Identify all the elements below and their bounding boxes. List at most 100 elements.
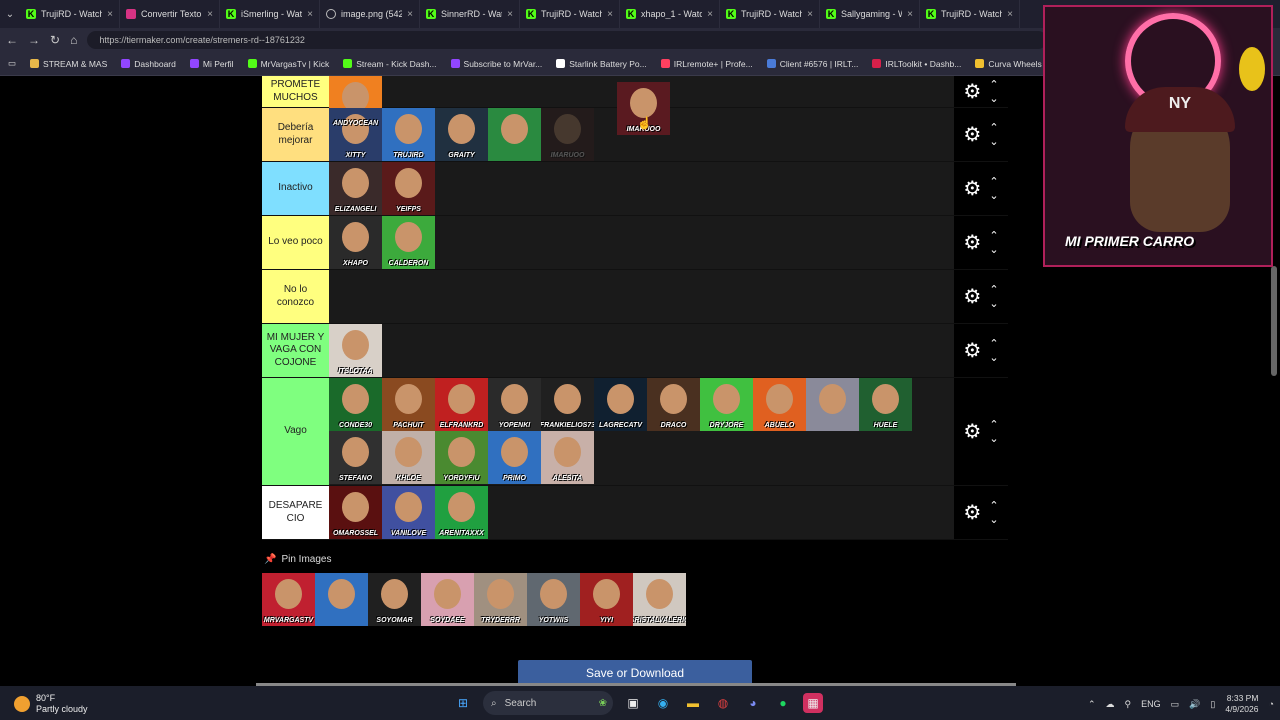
browser-tab[interactable]: K TrujiRD - Watch th ×	[20, 0, 120, 28]
chevron-up-icon[interactable]: ⌃	[989, 499, 998, 513]
network-icon[interactable]: ▭	[1171, 699, 1180, 710]
streamer-avatar[interactable]: CALDERON	[382, 216, 435, 269]
streamer-avatar[interactable]: YORDYFIU	[435, 431, 488, 484]
bookmark-item[interactable]: IRLToolkit • Dashb...	[872, 59, 961, 69]
edge-icon[interactable]: ◉	[653, 693, 673, 713]
chevron-down-icon[interactable]: ⌄	[989, 297, 998, 311]
calculator-icon[interactable]: ▦	[803, 693, 823, 713]
weather-widget[interactable]: 80°F Partly cloudy	[14, 693, 88, 715]
bookmarks-menu-icon[interactable]: ▭	[8, 58, 16, 69]
pool-avatar[interactable]: YIYI	[580, 573, 633, 626]
browser-tab[interactable]: Kxhapo_1 - Watch ×	[620, 0, 720, 28]
streamer-avatar[interactable]: ALESITA	[541, 431, 594, 484]
bookmark-item[interactable]: Dashboard	[121, 59, 176, 69]
url-field[interactable]: https://tiermaker.com/create/stremers-rd…	[87, 31, 1048, 49]
task-view-icon[interactable]: ▣	[623, 693, 643, 713]
streamer-avatar[interactable]: ARENITAXXX	[435, 486, 488, 539]
chevron-up-icon[interactable]: ⌃	[989, 175, 998, 189]
browser-tab[interactable]: image.png (542× ×	[320, 0, 420, 28]
close-tab-icon[interactable]: ×	[307, 9, 313, 20]
streamer-avatar[interactable]: STEFANO	[329, 431, 382, 484]
notification-icon[interactable]: ◔	[1268, 699, 1273, 709]
close-tab-icon[interactable]: ×	[707, 9, 713, 20]
gear-icon[interactable]: ⚙	[963, 419, 981, 444]
streamer-avatar[interactable]: XITTY	[329, 108, 382, 161]
tier-label[interactable]: No lo conozco	[262, 270, 329, 323]
reload-icon[interactable]: ↻	[50, 33, 60, 47]
clock[interactable]: 8:33 PM 4/9/2026	[1225, 693, 1258, 715]
chevron-up-icon[interactable]: ⌃	[989, 418, 998, 432]
tab-list-chevron-icon[interactable]: ⌄	[0, 9, 20, 20]
streamer-avatar[interactable]: FRANKIELIOS73	[541, 378, 594, 431]
browser-tab[interactable]: K TrujiRD - Watch th ×	[720, 0, 820, 28]
tier-label[interactable]: PROMETE MUCHOS	[262, 76, 329, 107]
battery-icon[interactable]: ▯	[1210, 699, 1215, 710]
gear-icon[interactable]: ⚙	[963, 122, 981, 147]
browser-tab[interactable]: KiSmerling - Watch ×	[220, 0, 320, 28]
chevron-up-icon[interactable]: ⌃	[989, 283, 998, 297]
tier-label[interactable]: DESAPARE CIO	[262, 486, 329, 539]
chevron-up-icon[interactable]: ⌃	[989, 229, 998, 243]
close-tab-icon[interactable]: ×	[607, 9, 613, 20]
close-tab-icon[interactable]: ×	[1007, 9, 1013, 20]
taskbar-search[interactable]: ⌕ Search ❀	[483, 691, 613, 715]
tier-label[interactable]: Vago	[262, 378, 329, 485]
streamer-avatar[interactable]: YEIFPS	[382, 162, 435, 215]
streamer-avatar[interactable]	[488, 108, 541, 161]
browser-tab[interactable]: K TrujiRD - Watch th ×	[520, 0, 620, 28]
streamer-avatar[interactable]	[806, 378, 859, 431]
close-tab-icon[interactable]: ×	[807, 9, 813, 20]
close-tab-icon[interactable]: ×	[107, 9, 113, 20]
gear-icon[interactable]: ⚙	[963, 79, 981, 104]
bookmark-item[interactable]: Mi Perfil	[189, 59, 234, 69]
gear-icon[interactable]: ⚙	[963, 500, 981, 525]
chevron-down-icon[interactable]: ⌄	[989, 513, 998, 527]
start-icon[interactable]: ⊞	[453, 693, 473, 713]
bookmark-item[interactable]: MrVargasTv | Kick	[247, 59, 329, 69]
bookmark-item[interactable]: Starlink Battery Po...	[556, 59, 647, 69]
file-explorer-icon[interactable]: ▬	[683, 693, 703, 713]
streamer-avatar[interactable]: ELFRANKRD	[435, 378, 488, 431]
streamer-avatar[interactable]: GRAITY	[435, 108, 488, 161]
streamer-avatar[interactable]: ELIZANGELI	[329, 162, 382, 215]
bookmark-item[interactable]: Stream - Kick Dash...	[343, 59, 437, 69]
close-tab-icon[interactable]: ×	[507, 9, 513, 20]
gear-icon[interactable]: ⚙	[963, 230, 981, 255]
streamer-avatar[interactable]: IMARUOO	[541, 108, 594, 161]
gear-icon[interactable]: ⚙	[963, 338, 981, 363]
streamer-avatar[interactable]: ABUELO	[753, 378, 806, 431]
scrollbar-thumb[interactable]	[1271, 266, 1277, 376]
chevron-down-icon[interactable]: ⌄	[989, 92, 998, 106]
discord-icon[interactable]: ◕	[743, 693, 763, 713]
chevron-down-icon[interactable]: ⌄	[989, 432, 998, 446]
streamer-avatar[interactable]: HUELE	[859, 378, 912, 431]
chevron-up-icon[interactable]: ⌃	[989, 78, 998, 92]
gear-icon[interactable]: ⚙	[963, 284, 981, 309]
close-tab-icon[interactable]: ×	[407, 9, 413, 20]
streamer-avatar[interactable]: KHLOE	[382, 431, 435, 484]
dragging-item[interactable]: IMARUOO ☝	[617, 82, 670, 135]
chevron-up-icon[interactable]: ⌃	[989, 337, 998, 351]
close-tab-icon[interactable]: ×	[907, 9, 913, 20]
streamer-avatar[interactable]: ANDYOCEAN	[329, 76, 382, 129]
onedrive-icon[interactable]: ☁	[1106, 699, 1115, 710]
usb-icon[interactable]: ⚲	[1125, 699, 1132, 710]
bookmark-item[interactable]: Client #6576 | IRLT...	[766, 59, 858, 69]
pool-avatar[interactable]: SOYDAEE	[421, 573, 474, 626]
bookmark-item[interactable]: IRLremote+ | Profe...	[660, 59, 753, 69]
chrome-icon[interactable]: ◍	[713, 693, 733, 713]
streamer-avatar[interactable]: LAGRECATV	[594, 378, 647, 431]
pool-avatar[interactable]	[315, 573, 368, 626]
bookmark-item[interactable]: Subscribe to MrVar...	[450, 59, 542, 69]
pool-avatar[interactable]: YOTWIIS	[527, 573, 580, 626]
tray-overflow-icon[interactable]: ⌃	[1088, 699, 1096, 710]
back-icon[interactable]: ←	[6, 33, 18, 47]
streamer-avatar[interactable]: TRUJIRD	[382, 108, 435, 161]
streamer-avatar[interactable]: CONDE30	[329, 378, 382, 431]
gear-icon[interactable]: ⚙	[963, 176, 981, 201]
pool-avatar[interactable]: TRYDERRR	[474, 573, 527, 626]
pin-images-toggle[interactable]: 📌 Pin Images	[264, 554, 331, 565]
chevron-up-icon[interactable]: ⌃	[989, 121, 998, 135]
streamer-avatar[interactable]: DRYJORE	[700, 378, 753, 431]
streamer-avatar[interactable]: DRACO	[647, 378, 700, 431]
